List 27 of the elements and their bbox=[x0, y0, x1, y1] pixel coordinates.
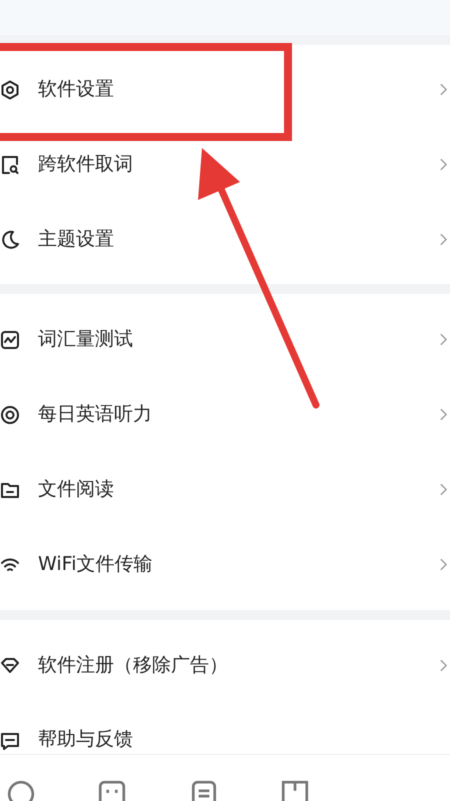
menu-item[interactable]: 帮助与反馈 bbox=[0, 703, 450, 755]
book-icon[interactable] bbox=[280, 779, 310, 801]
hexagon-icon bbox=[0, 80, 20, 100]
menu-item[interactable]: 词汇量测试 bbox=[0, 302, 450, 377]
menu-label: 帮助与反馈 bbox=[38, 728, 134, 751]
diamond-icon bbox=[0, 656, 20, 676]
menu-item[interactable]: 文件阅读 bbox=[0, 452, 450, 527]
message-icon bbox=[0, 731, 20, 751]
menu-label: 主题设置 bbox=[38, 227, 115, 252]
menu-label: 软件注册（移除广告） bbox=[38, 653, 229, 678]
chart-icon bbox=[0, 330, 20, 350]
target-icon bbox=[0, 404, 20, 424]
menu-label: 词汇量测试 bbox=[38, 327, 134, 352]
menu-item[interactable]: 主题设置 bbox=[0, 202, 450, 277]
menu-item[interactable]: 跨软件取词 bbox=[0, 127, 450, 202]
menu-item[interactable]: 每日英语听力 bbox=[0, 377, 450, 452]
menu-item[interactable]: 软件注册（移除广告） bbox=[0, 628, 450, 703]
moon-icon bbox=[0, 230, 20, 250]
menu-label: 软件设置 bbox=[38, 77, 115, 102]
search-icon bbox=[0, 154, 20, 174]
menu-label: 跨软件取词 bbox=[38, 152, 134, 177]
menu-item[interactable]: WiFi文件传输 bbox=[0, 527, 450, 602]
menu-label: WiFi文件传输 bbox=[38, 552, 154, 577]
menu-item[interactable]: 软件设置 bbox=[0, 52, 450, 127]
face-icon[interactable] bbox=[97, 779, 128, 801]
menu-label: 文件阅读 bbox=[38, 477, 115, 502]
menu-label: 每日英语听力 bbox=[38, 402, 153, 427]
